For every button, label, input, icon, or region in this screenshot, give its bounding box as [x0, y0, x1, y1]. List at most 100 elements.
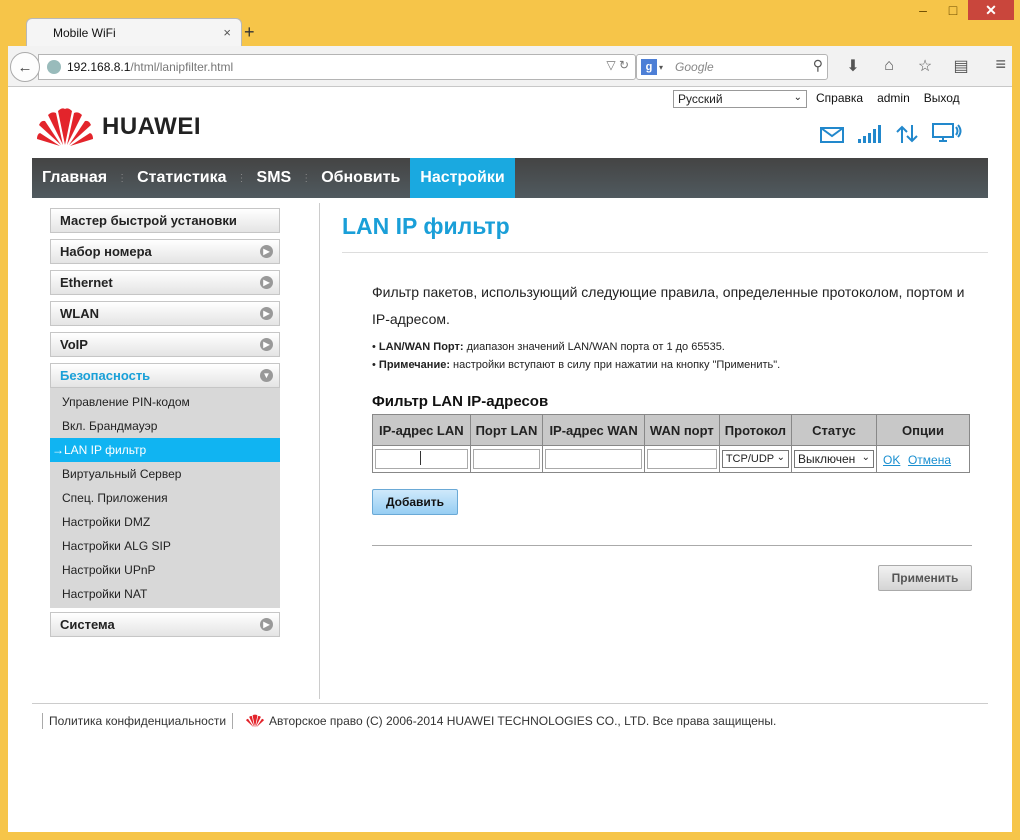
header-links: Справка admin Выход: [816, 91, 960, 105]
submenu-item-alg-sip[interactable]: Настройки ALG SIP: [50, 534, 280, 558]
divider: [232, 713, 234, 729]
divider: [42, 713, 43, 729]
add-button[interactable]: Добавить: [372, 489, 458, 515]
status-select[interactable]: Выключен ⌄: [794, 450, 874, 468]
huawei-flower-icon: [37, 108, 93, 146]
search-icon[interactable]: ⚲: [813, 57, 823, 74]
wan-port-input[interactable]: [646, 449, 717, 469]
download-icon[interactable]: ⬇: [840, 54, 866, 78]
column-header: Опции: [876, 414, 970, 446]
browser-tab[interactable]: Mobile WiFi ×: [26, 18, 242, 47]
table-row: TCP/UDP ⌄ Выключен ⌄ OK Отмена: [372, 445, 970, 473]
sidebar-item-ethernet[interactable]: Ethernet ▶: [50, 270, 280, 295]
menu-icon[interactable]: ≡: [995, 54, 1006, 75]
huawei-small-logo-icon: [246, 714, 264, 728]
search-input[interactable]: g ▾ Google ⚲: [636, 54, 828, 80]
protocol-select[interactable]: TCP/UDP ⌄: [721, 450, 789, 468]
wan-ip-input[interactable]: [545, 449, 642, 469]
engine-dropdown-icon[interactable]: ▾: [659, 63, 663, 72]
tab-bar: Mobile WiFi × +: [8, 16, 1012, 47]
submenu-item-lan-ip-filter[interactable]: →LAN IP фильтр: [50, 438, 280, 462]
user-name: admin: [877, 91, 910, 105]
huawei-logo: HUAWEI: [36, 107, 201, 147]
chevron-down-icon: ⌄: [776, 452, 785, 463]
chevron-right-icon: ▶: [260, 618, 273, 631]
back-button[interactable]: ←: [10, 52, 40, 82]
divider: [319, 203, 320, 699]
submenu-item-upnp[interactable]: Настройки UPnP: [50, 558, 280, 582]
help-link[interactable]: Справка: [816, 91, 863, 105]
language-value: Русский: [678, 92, 723, 106]
cell: [542, 445, 645, 473]
main-content: LAN IP фильтр Фильтр пакетов, использующ…: [342, 213, 988, 591]
search-placeholder: Google: [675, 60, 714, 74]
cell: [643, 445, 720, 473]
table-title: Фильтр LAN IP-адресов: [372, 393, 549, 410]
signal-strength-icon: [858, 125, 881, 143]
submenu-item-dmz[interactable]: Настройки DMZ: [50, 510, 280, 534]
submenu-item-virtual-server[interactable]: Виртуальный Сервер: [50, 462, 280, 486]
privacy-link[interactable]: Политика конфиденциальности: [49, 714, 226, 728]
chevron-down-icon: ⌄: [861, 452, 870, 463]
sidebar-item-wlan[interactable]: WLAN ▶: [50, 301, 280, 326]
logout-link[interactable]: Выход: [924, 91, 960, 105]
footer: Политика конфиденциальности Авторское пр…: [36, 713, 776, 729]
submenu-item-firewall[interactable]: Вкл. Брандмауэр: [50, 414, 280, 438]
nav-separator: ⋮: [301, 172, 312, 184]
mail-icon[interactable]: [820, 127, 844, 143]
nav-item-statistics[interactable]: Статистика: [127, 158, 236, 198]
language-select[interactable]: Русский ⌄: [673, 90, 807, 108]
sidebar-item-dialup[interactable]: Набор номера ▶: [50, 239, 280, 264]
sidebar-item-label: VoIP: [60, 337, 88, 352]
description: Фильтр пакетов, использующий следующие п…: [372, 284, 965, 327]
column-header: IP-адрес WAN: [542, 414, 645, 446]
home-icon[interactable]: ⌂: [876, 54, 902, 78]
chevron-down-icon: ⌄: [793, 92, 802, 103]
chevron-down-icon: ▼: [260, 369, 273, 382]
cell: [372, 445, 471, 473]
note-text: настройки вступают в силу при нажатии на…: [449, 359, 781, 371]
note-text: диапазон значений LAN/WAN порта от 1 до …: [463, 341, 725, 353]
cancel-link[interactable]: Отмена: [908, 453, 951, 467]
page-header: HUAWEI Русский ⌄ Справка admin Выход: [8, 87, 1012, 158]
globe-icon: [47, 60, 61, 74]
nav-item-home[interactable]: Главная: [32, 158, 117, 198]
security-submenu: Управление PIN-кодом Вкл. Брандмауэр →LA…: [50, 388, 280, 608]
cell: TCP/UDP ⌄: [718, 445, 793, 473]
reload-icon[interactable]: ▽ ↻: [606, 58, 629, 72]
sidebar-item-security[interactable]: Безопасность ▼: [50, 363, 280, 388]
sidebar-item-quick-setup[interactable]: Мастер быстрой установки: [50, 208, 280, 233]
nav-separator: ⋮: [236, 172, 247, 184]
bookmarks-list-icon[interactable]: ▤: [948, 54, 974, 78]
note-apply: • Примечание: настройки вступают в силу …: [372, 359, 781, 371]
ok-link[interactable]: OK: [883, 453, 900, 467]
apply-button[interactable]: Применить: [878, 565, 972, 591]
toolbar-icons: ⬇ ⌂ ☆ ▤: [840, 54, 974, 78]
bookmark-star-icon[interactable]: ☆: [912, 54, 938, 78]
sidebar-item-system[interactable]: Система ▶: [50, 612, 280, 637]
lan-ip-input[interactable]: [375, 449, 468, 469]
google-icon[interactable]: g: [641, 59, 657, 75]
new-tab-icon[interactable]: +: [244, 22, 255, 43]
text-cursor: [420, 451, 421, 465]
submenu-item-pin[interactable]: Управление PIN-кодом: [50, 390, 280, 414]
nav-item-sms[interactable]: SMS: [247, 158, 302, 198]
column-header: Протокол: [718, 414, 793, 446]
nav-item-settings[interactable]: Настройки: [410, 158, 515, 198]
cell: Выключен ⌄: [791, 445, 877, 473]
chevron-right-icon: ▶: [260, 307, 273, 320]
sidebar-item-voip[interactable]: VoIP ▶: [50, 332, 280, 357]
protocol-value: TCP/UDP: [725, 453, 775, 465]
status-value: Выключен: [798, 452, 856, 466]
lan-port-input[interactable]: [472, 449, 541, 469]
submenu-item-nat[interactable]: Настройки NAT: [50, 582, 280, 606]
note-label: Примечание:: [378, 359, 450, 371]
tab-close-icon[interactable]: ×: [223, 25, 231, 40]
nav-item-update[interactable]: Обновить: [311, 158, 410, 198]
url-host: 192.168.8.1: [67, 60, 131, 74]
cell: OK Отмена: [876, 445, 970, 473]
computer-connection-icon: [932, 123, 962, 142]
url-bar[interactable]: 192.168.8.1/html/lanipfilter.html ▽ ↻: [38, 54, 636, 80]
sidebar-item-label: Мастер быстрой установки: [60, 213, 237, 228]
submenu-item-special-apps[interactable]: Спец. Приложения: [50, 486, 280, 510]
